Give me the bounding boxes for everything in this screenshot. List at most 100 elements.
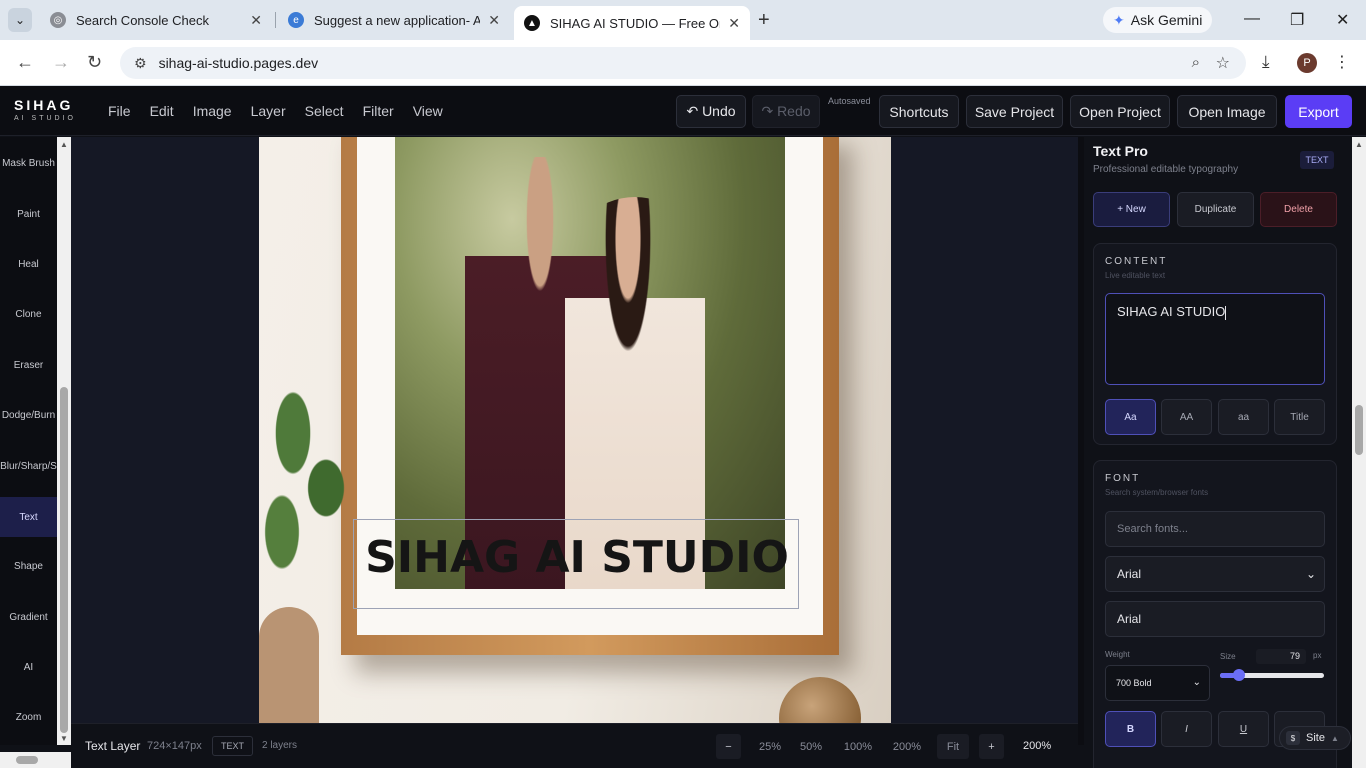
font-size-slider[interactable] <box>1220 669 1324 681</box>
tool-mask-brush[interactable]: Mask Brush <box>0 158 57 169</box>
delete-text-button[interactable]: Delete <box>1260 192 1337 227</box>
italic-button[interactable]: I <box>1161 711 1212 747</box>
tool-zoom[interactable]: Zoom <box>0 712 57 723</box>
horizontal-scrollbar[interactable] <box>0 752 71 768</box>
redo-button[interactable]: ↷ Redo <box>752 95 820 128</box>
text-content-input[interactable]: SIHAG AI STUDIO <box>1105 293 1325 385</box>
minimize-icon[interactable]: — <box>1244 10 1260 28</box>
export-button[interactable]: Export <box>1285 95 1352 128</box>
download-icon[interactable]: ⤓ <box>1262 52 1270 72</box>
tab-suggest-application[interactable]: e Suggest a new application- Alte ✕ <box>278 6 510 34</box>
artboard-image[interactable]: SIHAG AI STUDIO <box>259 137 891 723</box>
tool-shape[interactable]: Shape <box>0 561 57 572</box>
scroll-up-icon[interactable]: ▲ <box>60 140 68 149</box>
duplicate-text-button[interactable]: Duplicate <box>1177 192 1254 227</box>
gemini-sparkle-icon: ✦ <box>1113 11 1125 28</box>
save-project-button[interactable]: Save Project <box>966 95 1063 128</box>
zoom-25-button[interactable]: 25% <box>757 734 783 759</box>
close-window-icon[interactable]: ✕ <box>1336 10 1349 30</box>
font-family-input[interactable]: Arial <box>1105 601 1325 637</box>
tool-eraser[interactable]: Eraser <box>0 360 57 371</box>
layer-type-badge: TEXT <box>212 736 254 756</box>
font-family-select[interactable]: Arial ⌄ <box>1105 556 1325 592</box>
text-pro-panel: Text Pro Professional editable typograph… <box>1084 137 1352 768</box>
forward-icon[interactable]: → <box>52 52 70 73</box>
globe-icon: ◎ <box>50 12 66 28</box>
new-tab-icon[interactable]: + <box>758 9 770 32</box>
tool-heal[interactable]: Heal <box>0 259 57 270</box>
chevron-down-icon: ⌄ <box>1192 677 1201 688</box>
zoom-50-button[interactable]: 50% <box>798 734 824 759</box>
tab-sihag-ai-studio[interactable]: ▲ SIHAG AI STUDIO — Free Onlin ✕ <box>514 6 750 40</box>
underline-button[interactable]: U <box>1218 711 1269 747</box>
bold-button[interactable]: B <box>1105 711 1156 747</box>
slider-handle[interactable] <box>1232 669 1245 681</box>
zoom-in-button[interactable]: + <box>979 734 1004 759</box>
new-text-button[interactable]: + New <box>1093 192 1170 227</box>
menu-layer[interactable]: Layer <box>251 103 286 119</box>
menu-image[interactable]: Image <box>193 103 232 119</box>
scrollbar-thumb[interactable] <box>60 387 68 733</box>
open-image-button[interactable]: Open Image <box>1177 95 1277 128</box>
restore-icon[interactable]: ❐ <box>1290 10 1304 30</box>
menu-file[interactable]: File <box>108 103 131 119</box>
zoom-200-button[interactable]: 200% <box>891 734 923 759</box>
close-tab-icon[interactable]: ✕ <box>728 15 740 32</box>
font-size-input[interactable]: 79 <box>1256 649 1306 664</box>
tab-search-console[interactable]: ◎ Search Console Check ✕ <box>40 6 272 34</box>
zoom-fit-button[interactable]: Fit <box>937 734 969 759</box>
ask-gemini-button[interactable]: ✦ Ask Gemini <box>1103 7 1213 33</box>
font-subheading: Search system/browser fonts <box>1105 488 1209 497</box>
menu-view[interactable]: View <box>413 103 443 119</box>
zoom-out-button[interactable]: − <box>716 734 741 759</box>
shortcuts-button[interactable]: Shortcuts <box>879 95 959 128</box>
scroll-down-icon[interactable]: ▼ <box>60 734 68 743</box>
panel-scrollbar[interactable]: ▲ <box>1352 137 1366 768</box>
chevron-down-icon: ⌄ <box>1305 567 1316 581</box>
site-icon: $ <box>1286 731 1300 745</box>
case-title-button[interactable]: Title <box>1274 399 1325 435</box>
case-sentence-button[interactable]: Aa <box>1105 399 1156 435</box>
app-logo: SIHAG AI STUDIO <box>14 97 77 122</box>
site-widget[interactable]: $ Site ▲ <box>1279 726 1351 750</box>
panel-title: Text Pro <box>1093 143 1148 159</box>
zoom-magnifier-icon[interactable]: ⌕ <box>1192 54 1200 71</box>
tool-dodge-burn[interactable]: Dodge/Burn <box>0 410 57 421</box>
close-tab-icon[interactable]: ✕ <box>250 12 262 29</box>
tool-paint[interactable]: Paint <box>0 209 57 220</box>
tool-clone[interactable]: Clone <box>0 309 57 320</box>
menu-select[interactable]: Select <box>305 103 344 119</box>
scrollbar-thumb[interactable] <box>1355 405 1363 455</box>
bookmark-star-icon[interactable]: ☆ <box>1216 53 1230 73</box>
scroll-up-icon[interactable]: ▲ <box>1355 140 1363 149</box>
tool-blur-sharp[interactable]: Blur/Sharp/S <box>0 461 57 472</box>
undo-button[interactable]: ↶ Undo <box>676 95 746 128</box>
font-weight-select[interactable]: 700 Bold ⌄ <box>1105 665 1210 701</box>
browser-menu-icon[interactable]: ⋮ <box>1334 52 1350 72</box>
tool-rail-scrollbar[interactable]: ▲ ▼ <box>57 137 71 745</box>
open-project-button[interactable]: Open Project <box>1070 95 1170 128</box>
profile-avatar[interactable]: P <box>1297 53 1317 73</box>
zoom-100-button[interactable]: 100% <box>842 734 874 759</box>
scrollbar-thumb[interactable] <box>16 756 38 764</box>
site-info-icon[interactable]: ⚙ <box>134 55 147 72</box>
tab-search-menu-icon[interactable]: ⌄ <box>8 8 32 32</box>
url-omnibox[interactable]: ⚙ sihag-ai-studio.pages.dev ⌕ ☆ <box>120 47 1246 79</box>
tool-gradient[interactable]: Gradient <box>0 612 57 623</box>
text-layer-box[interactable]: SIHAG AI STUDIO <box>353 519 799 609</box>
menu-filter[interactable]: Filter <box>363 103 394 119</box>
tool-ai[interactable]: AI <box>0 662 57 673</box>
chevron-up-icon: ▲ <box>1330 733 1339 743</box>
plant-leaves <box>259 367 359 587</box>
tool-text[interactable]: Text <box>0 497 57 537</box>
text-layer-content[interactable]: SIHAG AI STUDIO <box>354 532 800 583</box>
close-tab-icon[interactable]: ✕ <box>488 12 500 29</box>
back-icon[interactable]: ← <box>16 52 34 73</box>
canvas-viewport[interactable]: SIHAG AI STUDIO <box>71 137 1078 723</box>
reload-icon[interactable]: ↻ <box>87 52 102 73</box>
menu-edit[interactable]: Edit <box>150 103 174 119</box>
font-search-input[interactable]: Search fonts... <box>1105 511 1325 547</box>
case-upper-button[interactable]: AA <box>1161 399 1212 435</box>
weight-label: Weight <box>1105 650 1130 659</box>
case-lower-button[interactable]: aa <box>1218 399 1269 435</box>
